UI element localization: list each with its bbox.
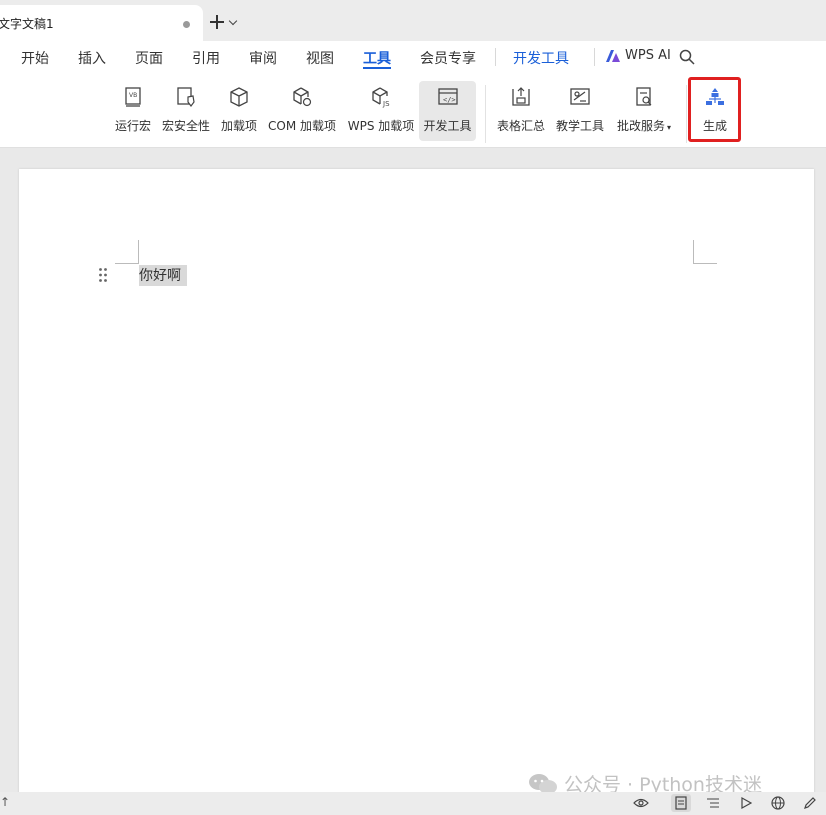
document-body-text[interactable]: 你好啊 (139, 265, 187, 286)
tab-bar: 文字文稿1 (0, 0, 826, 41)
new-tab-button[interactable] (210, 10, 250, 34)
com-addin-icon (293, 87, 312, 107)
dev-tools-button[interactable]: </> 开发工具 (419, 81, 476, 141)
wps-ai-logo-icon (606, 49, 620, 62)
grading-service-label: 批改服务 ▾ (617, 117, 671, 134)
eye-icon[interactable] (631, 794, 651, 812)
menu-references[interactable]: 引用 (192, 48, 220, 68)
table-summary-icon (512, 87, 530, 106)
menu-divider (495, 48, 496, 66)
menu-developer-tools[interactable]: 开发工具 (513, 48, 569, 68)
macro-security-icon (177, 87, 195, 107)
macro-security-button[interactable]: 宏安全性 (160, 81, 212, 141)
unsaved-dot-icon[interactable] (183, 21, 190, 28)
active-tab-underline (363, 67, 391, 69)
document-page[interactable]: 你好啊 (19, 169, 814, 799)
grading-service-icon (636, 87, 652, 106)
svg-text:</>: </> (443, 96, 456, 104)
menu-home[interactable]: 开始 (21, 48, 49, 68)
com-addins-button[interactable]: COM 加载项 (266, 81, 338, 141)
menu-bar: 开始 插入 页面 引用 审阅 视图 工具 会员专享 开发工具 WPS AI (0, 41, 826, 77)
menu-divider (594, 48, 595, 66)
margin-corner-top-left (115, 240, 139, 264)
dropdown-caret-icon[interactable]: ▾ (667, 123, 671, 132)
addins-label: 加载项 (220, 119, 257, 133)
search-icon[interactable] (679, 49, 695, 65)
margin-corner-top-right (693, 240, 717, 264)
menu-page[interactable]: 页面 (135, 48, 163, 68)
teaching-tools-label: 教学工具 (555, 119, 604, 133)
wps-ai-label: WPS AI (625, 48, 671, 63)
menu-member[interactable]: 会员专享 (420, 48, 476, 68)
teaching-tools-icon (570, 88, 590, 105)
chevron-down-icon[interactable] (228, 16, 238, 25)
outline-view-icon[interactable] (703, 794, 723, 812)
grading-service-button[interactable]: 批改服务 ▾ (612, 81, 676, 141)
run-macro-label: 运行宏 (114, 119, 151, 133)
menu-review[interactable]: 审阅 (249, 48, 277, 68)
wps-addins-label: WPS 加载项 (347, 119, 415, 133)
wps-ai-button[interactable]: WPS AI (605, 48, 671, 63)
com-addins-label: COM 加载项 (268, 119, 336, 133)
page-view-icon[interactable] (671, 794, 691, 812)
document-tab[interactable]: 文字文稿1 (0, 5, 203, 41)
drag-handle-icon[interactable] (98, 267, 108, 283)
run-macro-icon: VB (125, 87, 141, 107)
run-macro-button[interactable]: VB 运行宏 (113, 81, 153, 141)
play-icon[interactable] (736, 794, 756, 812)
table-summary-button[interactable]: 表格汇总 (494, 81, 548, 141)
menu-view[interactable]: 视图 (306, 48, 334, 68)
macro-security-label: 宏安全性 (161, 119, 210, 133)
svg-text:JS: JS (382, 100, 390, 108)
dev-tools-icon: </> (437, 88, 458, 105)
menu-tools[interactable]: 工具 (363, 48, 391, 68)
ribbon-divider (485, 85, 486, 143)
addins-button[interactable]: 加载项 (219, 81, 259, 141)
wps-addin-icon: JS (372, 87, 390, 108)
generate-highlight-box (688, 77, 741, 142)
wps-addins-button[interactable]: JS WPS 加载项 (345, 81, 417, 141)
teaching-tools-button[interactable]: 教学工具 (553, 81, 607, 141)
grading-service-text: 批改服务 (616, 119, 665, 133)
table-summary-label: 表格汇总 (496, 119, 545, 133)
dev-tools-label: 开发工具 (423, 119, 472, 133)
status-bar: ↑ (0, 792, 826, 815)
document-tab-title: 文字文稿1 (0, 17, 54, 31)
status-indicator-icon: ↑ (0, 795, 11, 809)
svg-text:VB: VB (129, 92, 137, 99)
document-canvas: 你好啊 (0, 149, 826, 799)
addin-cube-icon (230, 87, 248, 107)
menu-insert[interactable]: 插入 (78, 48, 106, 68)
ribbon-divider (686, 85, 687, 143)
plus-icon (210, 15, 224, 29)
web-view-icon[interactable] (768, 794, 788, 812)
pen-icon[interactable] (800, 794, 820, 812)
